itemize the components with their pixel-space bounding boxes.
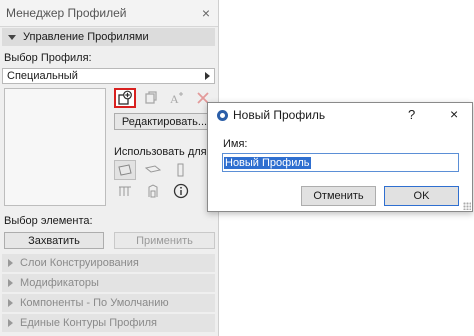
opening-icon [148, 184, 158, 198]
capture-button[interactable]: Захватить [4, 232, 104, 249]
section-label: Компоненты - По Умолчанию [20, 297, 169, 309]
dialog-titlebar: Новый Профиль ? × [208, 103, 472, 127]
new-profile-icon [118, 90, 132, 105]
section-manage-profiles-label: Управление Профилями [23, 31, 149, 43]
section-default-components[interactable]: Компоненты - По Умолчанию [2, 294, 215, 312]
dialog-title: Новый Профиль [233, 108, 326, 122]
cancel-button[interactable]: Отменить [301, 186, 376, 206]
panel-close-icon[interactable]: × [202, 5, 210, 21]
rename-icon: A [170, 92, 183, 106]
rename-profile-button[interactable]: A [166, 88, 188, 108]
collapse-arrow-icon [8, 279, 13, 287]
section-manage-profiles[interactable]: Управление Профилями [2, 28, 215, 46]
help-icon[interactable]: ? [408, 107, 415, 122]
duplicate-profile-icon [145, 91, 157, 104]
section-profile-contours[interactable]: Единые Контуры Профиля [2, 314, 215, 332]
app-logo-icon [217, 109, 228, 121]
use-for-column-toggle[interactable] [170, 160, 192, 180]
select-profile-label: Выбор Профиля: [4, 52, 92, 64]
collapse-arrow-icon [8, 299, 13, 307]
section-modifiers[interactable]: Модификаторы [2, 274, 215, 292]
new-profile-dialog: Новый Профиль ? × Имя: Новый Профиль Отм… [207, 102, 473, 212]
profile-dropdown-value: Специальный [7, 70, 78, 82]
profile-manager-panel: Менеджер Профилей × Управление Профилями… [0, 0, 219, 336]
collapse-arrow-icon [8, 319, 13, 327]
use-for-railing-toggle[interactable] [114, 181, 136, 201]
profile-info-button[interactable] [170, 181, 192, 201]
panel-titlebar: Менеджер Профилей × [0, 0, 218, 27]
beam-icon [145, 165, 161, 173]
use-for-label: Использовать для: [114, 146, 210, 158]
use-for-opening-toggle[interactable] [142, 181, 164, 201]
name-label: Имя: [223, 138, 248, 150]
profile-name-input[interactable]: Новый Профиль [222, 153, 459, 172]
use-for-beam-toggle[interactable] [142, 160, 164, 180]
dropdown-arrow-icon [205, 72, 210, 80]
select-element-label: Выбор элемента: [4, 215, 93, 227]
profile-preview-list[interactable] [4, 88, 106, 206]
profile-name-value: Новый Профиль [224, 156, 311, 169]
panel-title: Менеджер Профилей [6, 6, 127, 20]
use-for-wall-toggle[interactable] [114, 160, 136, 180]
new-profile-button[interactable] [114, 88, 136, 108]
profile-dropdown[interactable]: Специальный [2, 68, 215, 84]
section-label: Слои Конструирования [20, 257, 139, 269]
duplicate-profile-button[interactable] [140, 88, 162, 108]
collapse-arrow-icon [8, 259, 13, 267]
info-icon [173, 183, 189, 199]
apply-button[interactable]: Применить [114, 232, 215, 249]
resize-grip-icon[interactable] [463, 202, 471, 210]
ok-button[interactable]: OK [384, 186, 459, 206]
railing-icon [119, 186, 131, 196]
column-icon [177, 163, 184, 177]
section-label: Единые Контуры Профиля [20, 317, 157, 329]
dialog-close-icon[interactable]: × [450, 106, 458, 122]
section-label: Модификаторы [20, 277, 99, 289]
edit-profile-button[interactable]: Редактировать... [114, 113, 215, 130]
wall-icon [118, 164, 132, 176]
section-construction-layers[interactable]: Слои Конструирования [2, 254, 215, 272]
expand-arrow-icon [8, 34, 16, 40]
svg-text:A: A [170, 92, 179, 106]
